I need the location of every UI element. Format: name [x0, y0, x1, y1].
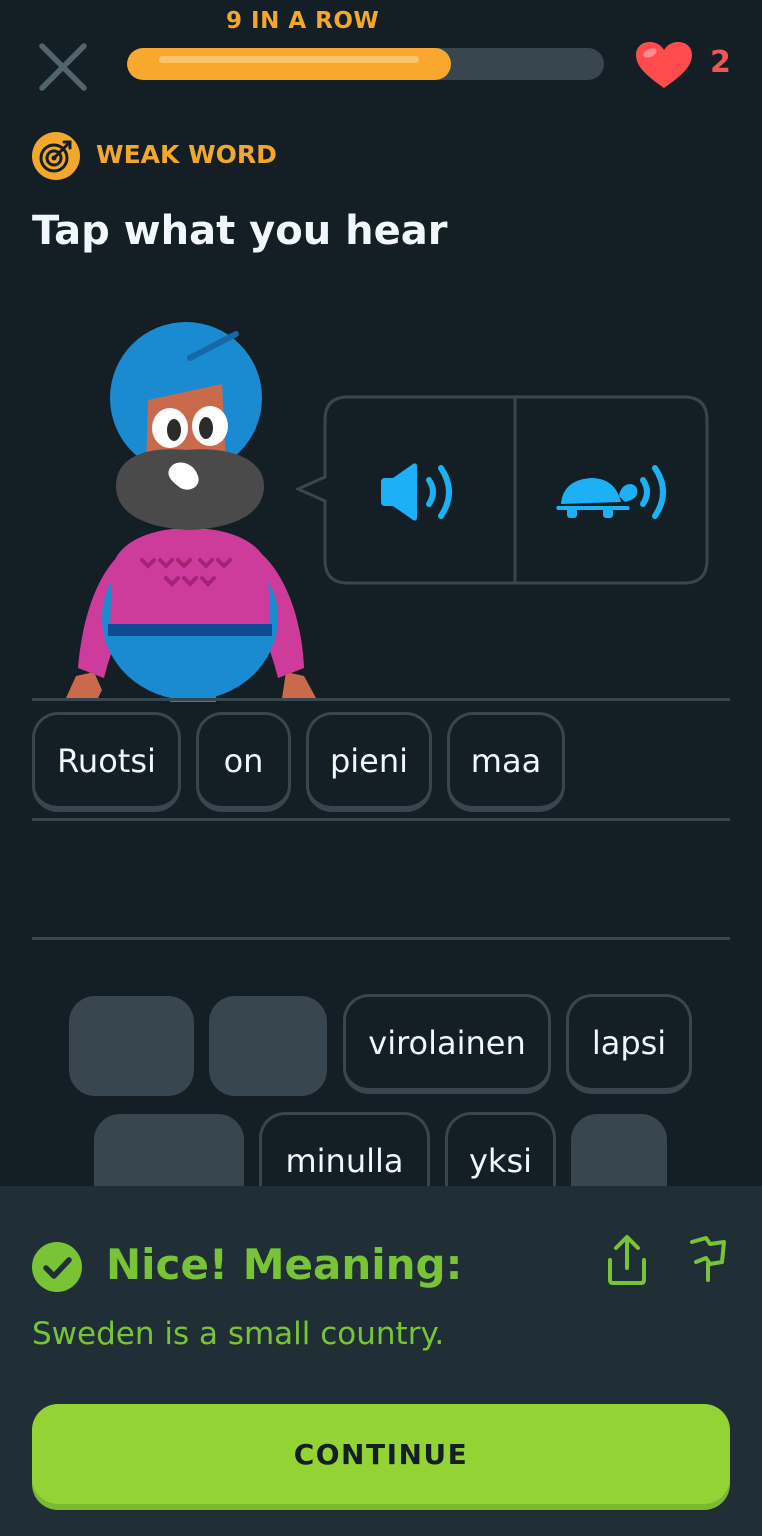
check-circle-icon: [32, 1242, 82, 1292]
target-icon: [32, 132, 80, 180]
progress-highlight: [159, 56, 420, 63]
word-bank-chip[interactable]: virolainen: [343, 994, 551, 1094]
answer-chip[interactable]: on: [196, 712, 291, 812]
answer-line-bottom: [32, 937, 730, 940]
answer-chip[interactable]: pieni: [306, 712, 432, 812]
character-illustration: [66, 322, 316, 702]
play-slow-audio-button[interactable]: [517, 398, 707, 584]
share-icon[interactable]: [604, 1234, 650, 1286]
lesson-progress-bar: [127, 48, 604, 80]
heart-icon: [636, 42, 692, 88]
streak-label: 9 IN A ROW: [226, 8, 380, 34]
speaker-icon: [381, 463, 452, 521]
feedback-title: Nice! Meaning:: [106, 1240, 463, 1289]
progress-fill: [127, 48, 452, 80]
continue-button[interactable]: CONTINUE: [32, 1404, 730, 1504]
word-bank-chip[interactable]: lapsi: [566, 994, 692, 1094]
hearts-count: 2: [710, 45, 731, 80]
answer-line-top: [32, 698, 730, 701]
word-bank-slot-empty: [209, 996, 327, 1096]
answer-chip[interactable]: Ruotsi: [32, 712, 181, 812]
translation-text: Sweden is a small country.: [32, 1316, 445, 1352]
lesson-screen: 9 IN A ROW 2 WEAK WORD Tap what you hear: [0, 0, 762, 1536]
close-button[interactable]: [36, 40, 90, 94]
answer-line-middle: [32, 818, 730, 821]
play-audio-button[interactable]: [325, 398, 515, 584]
close-icon: [39, 43, 87, 91]
word-bank-slot-empty: [69, 996, 194, 1096]
flag-icon[interactable]: [684, 1234, 730, 1284]
challenge-instruction: Tap what you hear: [32, 208, 448, 254]
answer-chip[interactable]: maa: [447, 712, 565, 812]
weak-word-label: WEAK WORD: [96, 140, 277, 169]
turtle-speaker-icon: [556, 465, 666, 519]
